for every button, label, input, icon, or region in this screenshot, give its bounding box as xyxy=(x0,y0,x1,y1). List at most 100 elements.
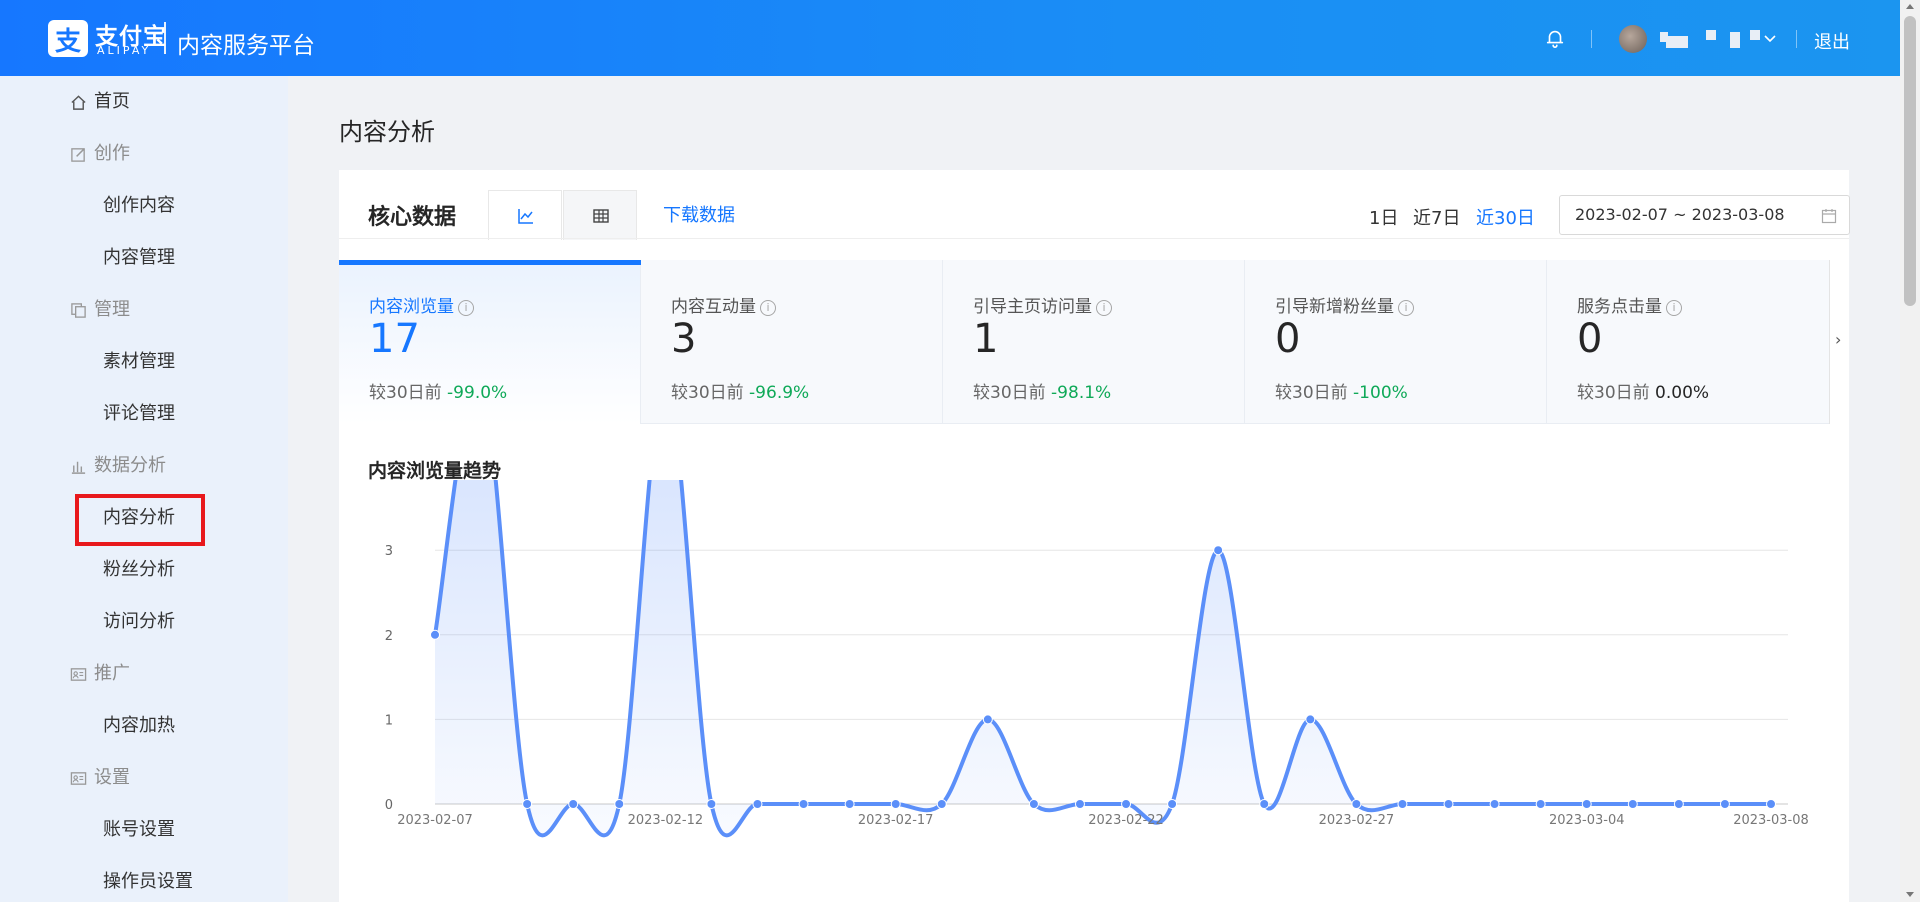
compare-label: 较30日前 xyxy=(671,383,744,403)
sidebar-item-visit-analysis[interactable]: 访问分析 xyxy=(103,606,175,638)
header-divider xyxy=(1591,30,1592,48)
sidebar-item-fans-analysis[interactable]: 粉丝分析 xyxy=(103,554,175,586)
info-icon[interactable]: i xyxy=(1398,300,1414,316)
avatar[interactable] xyxy=(1619,25,1647,53)
metric-change: -100% xyxy=(1353,383,1408,403)
sidebar-item-material-manage[interactable]: 素材管理 xyxy=(103,346,175,378)
sidebar-item-content-boost[interactable]: 内容加热 xyxy=(103,710,175,742)
alipay-logo[interactable]: 支 xyxy=(48,20,88,57)
y-tick-label: 0 xyxy=(385,798,393,813)
metric-value: 1 xyxy=(973,316,999,362)
alipay-logo-mark: 支 xyxy=(54,27,81,57)
sidebar-item-create-content[interactable]: 创作内容 xyxy=(103,190,175,222)
data-point xyxy=(614,799,625,809)
period-30d[interactable]: 近30日 xyxy=(1476,204,1535,230)
data-point xyxy=(1489,799,1500,809)
date-range-value: 2023-02-07 ~ 2023-03-08 xyxy=(1575,205,1785,224)
data-point xyxy=(1535,799,1546,809)
scroll-down-arrow-icon[interactable] xyxy=(1906,892,1914,897)
data-point xyxy=(1766,799,1776,809)
sidebar-group-label: 数据分析 xyxy=(94,455,166,476)
download-data-link[interactable]: 下载数据 xyxy=(663,201,735,227)
data-point xyxy=(1351,799,1362,809)
metric-value: 0 xyxy=(1275,316,1301,362)
sidebar-item-content-manage[interactable]: 内容管理 xyxy=(103,242,175,274)
period-7d[interactable]: 近7日 xyxy=(1413,204,1460,230)
period-1d[interactable]: 1日 xyxy=(1369,204,1398,230)
logout-link[interactable]: 退出 xyxy=(1814,28,1850,54)
x-tick-label: 2023-02-27 xyxy=(1319,813,1395,828)
page-title: 内容分析 xyxy=(339,118,435,146)
data-point xyxy=(1581,799,1592,809)
scroll-up-arrow-icon[interactable] xyxy=(1906,4,1914,9)
data-point xyxy=(844,799,855,809)
data-point xyxy=(568,799,579,809)
data-point xyxy=(1259,799,1270,809)
edit-icon xyxy=(71,148,85,162)
info-icon[interactable]: i xyxy=(1096,300,1112,316)
header-divider xyxy=(1796,30,1797,48)
metric-label-text: 引导新增粉丝量 xyxy=(1275,297,1394,317)
data-point xyxy=(1028,799,1039,809)
sidebar-group-label: 创作 xyxy=(94,143,130,164)
platform-name: 内容服务平台 xyxy=(177,33,315,59)
metric-label: 服务点击量 i xyxy=(1577,292,1682,317)
brand-name-en: ALIPAY xyxy=(97,44,152,57)
page-scrollbar[interactable] xyxy=(1900,0,1920,902)
metric-scroll-next[interactable]: › xyxy=(1829,260,1849,424)
x-tick-label: 2023-03-08 xyxy=(1733,813,1809,828)
username-masked[interactable] xyxy=(1652,28,1772,50)
metric-homepage-visits[interactable]: 引导主页访问量 i 1 较30日前 -98.1% xyxy=(943,260,1245,424)
sidebar-item-comment-manage[interactable]: 评论管理 xyxy=(103,398,175,430)
line-chart-icon xyxy=(518,209,533,224)
info-icon[interactable]: i xyxy=(1666,300,1682,316)
y-tick-label: 3 xyxy=(385,544,393,559)
metric-new-fans[interactable]: 引导新增粉丝量 i 0 较30日前 -100% xyxy=(1245,260,1547,424)
y-tick-label: 2 xyxy=(385,629,393,644)
info-icon[interactable]: i xyxy=(458,300,474,316)
sidebar-item-content-analysis[interactable]: 内容分析 xyxy=(103,502,175,534)
metric-content-views[interactable]: 内容浏览量 i 17 较30日前 -99.0% xyxy=(339,260,641,424)
brand-divider xyxy=(164,22,166,54)
data-point xyxy=(890,799,901,809)
chevron-down-icon[interactable] xyxy=(1763,31,1777,45)
info-icon[interactable]: i xyxy=(760,300,776,316)
metric-compare: 较30日前 -98.1% xyxy=(973,378,1111,403)
home-icon xyxy=(71,95,86,110)
x-tick-label: 2023-02-07 xyxy=(397,813,473,828)
metric-label-text: 内容浏览量 xyxy=(369,297,454,317)
x-tick-label: 2023-03-04 xyxy=(1549,813,1625,828)
compare-label: 较30日前 xyxy=(1577,383,1650,403)
sidebar-group-label: 设置 xyxy=(94,767,130,788)
sidebar-item-account-settings[interactable]: 账号设置 xyxy=(103,814,175,846)
metric-value: 0 xyxy=(1577,316,1603,362)
data-point xyxy=(752,799,763,809)
bell-icon[interactable] xyxy=(1544,27,1566,49)
data-point xyxy=(1673,799,1684,809)
metric-service-clicks[interactable]: 服务点击量 i 0 较30日前 0.00% xyxy=(1547,260,1849,424)
sidebar-item-label: 首页 xyxy=(94,91,130,112)
metric-change: 0.00% xyxy=(1655,383,1710,403)
metric-content-interactions[interactable]: 内容互动量 i 3 较30日前 -96.9% xyxy=(641,260,943,424)
x-tick-label: 2023-02-17 xyxy=(858,813,934,828)
tab-line-chart[interactable] xyxy=(488,190,562,240)
scroll-thumb[interactable] xyxy=(1904,16,1916,306)
x-tick-label: 2023-02-22 xyxy=(1088,813,1164,828)
data-point xyxy=(1121,799,1132,809)
sidebar-item-operator-settings[interactable]: 操作员设置 xyxy=(103,866,193,898)
id-card-icon xyxy=(70,772,87,785)
sidebar: 首页 创作 创作内容 内容管理 管理 素材管理 评论管理 数据分析 内容分析 粉… xyxy=(0,76,288,902)
metric-compare: 较30日前 -96.9% xyxy=(671,378,809,403)
metric-label-text: 引导主页访问量 xyxy=(973,297,1092,317)
metric-compare: 较30日前 0.00% xyxy=(1577,378,1709,403)
date-range-picker[interactable]: 2023-02-07 ~ 2023-03-08 xyxy=(1559,195,1850,235)
tab-table[interactable] xyxy=(563,190,637,240)
data-point xyxy=(1074,799,1085,809)
metric-label: 内容互动量 i xyxy=(671,292,776,317)
active-metric-bar xyxy=(339,260,641,265)
metric-label-text: 内容互动量 xyxy=(671,297,756,317)
metric-tabs: 内容浏览量 i 17 较30日前 -99.0% 内容互动量 i 3 较30日前 -9… xyxy=(339,260,1849,424)
metric-change: -99.0% xyxy=(447,383,508,403)
compare-label: 较30日前 xyxy=(1275,383,1348,403)
y-tick-label: 1 xyxy=(385,713,393,728)
